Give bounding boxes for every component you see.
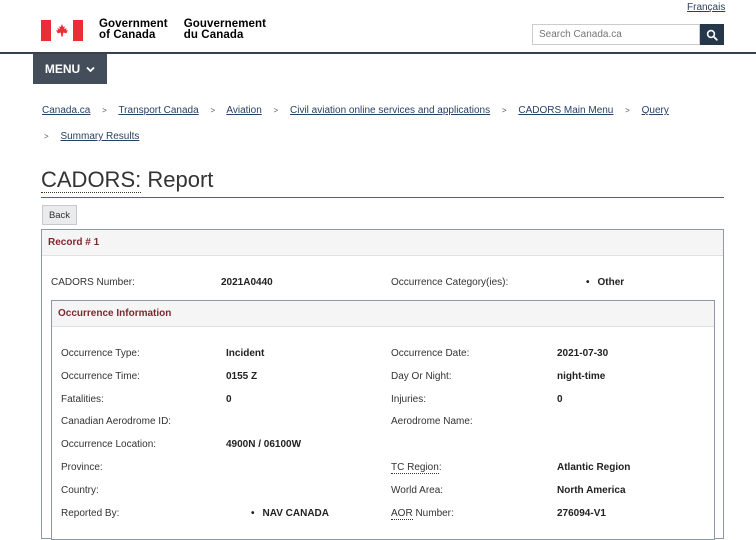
reported-by-label: Reported By: xyxy=(61,508,120,519)
search-icon xyxy=(706,29,718,41)
day-or-night-label: Day Or Night: xyxy=(391,371,452,382)
breadcrumb-link-cadors-main-menu[interactable]: CADORS Main Menu xyxy=(518,105,613,116)
world-area-value: North America xyxy=(557,485,626,496)
breadcrumb-separator-icon: > xyxy=(625,106,630,115)
cadors-number-value: 2021A0440 xyxy=(221,277,273,288)
injuries-value: 0 xyxy=(557,394,563,405)
page-title: CADORS: Report xyxy=(41,167,213,193)
occurrence-date-label: Occurrence Date: xyxy=(391,348,470,359)
breadcrumb-separator-icon: > xyxy=(273,106,279,115)
breadcrumb-separator-icon: > xyxy=(210,106,216,115)
occurrence-time-label: Occurrence Time: xyxy=(61,371,140,382)
aor-number-label-suffix: Number: xyxy=(412,508,454,519)
occurrence-category-label: Occurrence Category(ies): xyxy=(391,277,509,288)
occurrence-location-label: Occurrence Location: xyxy=(61,439,157,450)
breadcrumb-link-query[interactable]: Query xyxy=(642,105,669,116)
occurrence-type-label: Occurrence Type: xyxy=(61,348,140,359)
wordmark-french: Gouvernement du Canada xyxy=(183,18,267,41)
reported-by-value: NAV CANADA xyxy=(251,508,329,519)
back-button[interactable]: Back xyxy=(42,205,77,225)
aor-number-label: AOR Number: xyxy=(391,508,454,520)
wordmark-english: Government of Canada xyxy=(99,18,168,41)
fatalities-value: 0 xyxy=(226,394,232,405)
breadcrumb: Canada.ca > Transport Canada > Aviation … xyxy=(42,98,732,150)
occurrence-information-heading: Occurrence Information xyxy=(52,301,714,327)
breadcrumb-link-aviation[interactable]: Aviation xyxy=(226,105,261,116)
breadcrumb-separator-icon: > xyxy=(102,106,107,115)
breadcrumb-link-summary-results[interactable]: Summary Results xyxy=(60,131,139,142)
search-button[interactable] xyxy=(700,24,724,45)
occurrence-date-value: 2021-07-30 xyxy=(557,348,609,359)
occurrence-category-value: Other xyxy=(586,277,625,288)
tc-region-label: TC Region: xyxy=(391,462,442,474)
country-label: Country: xyxy=(61,485,99,496)
aerodrome-name-label: Aerodrome Name: xyxy=(391,416,473,427)
aor-number-value: 276094-V1 xyxy=(557,508,606,519)
canada-flag-icon xyxy=(41,20,83,41)
government-of-canada-logo[interactable]: Government of Canada Gouvernement du Can… xyxy=(41,18,266,43)
tc-region-value: Atlantic Region xyxy=(557,462,631,473)
day-or-night-value: night-time xyxy=(557,371,606,382)
breadcrumb-link-online-services[interactable]: Civil aviation online services and appli… xyxy=(290,105,490,116)
occurrence-type-value: Incident xyxy=(226,348,265,359)
tc-region-label-colon: : xyxy=(438,462,442,473)
title-underline xyxy=(41,197,724,198)
cadors-number-label: CADORS Number: xyxy=(51,277,135,288)
breadcrumb-link-canada[interactable]: Canada.ca xyxy=(42,105,90,116)
cadors-abbreviation: CADORS: xyxy=(41,167,142,193)
fatalities-label: Fatalities: xyxy=(61,394,104,405)
menu-button[interactable]: MENU xyxy=(33,54,107,84)
menu-label: MENU xyxy=(44,62,81,76)
canadian-aerodrome-id-label: Canadian Aerodrome ID: xyxy=(61,416,172,427)
province-label: Province: xyxy=(61,462,103,473)
search-input[interactable] xyxy=(532,24,700,45)
aor-abbreviation: AOR xyxy=(391,508,413,520)
chevron-down-icon xyxy=(86,66,95,72)
occurrence-time-value: 0155 Z xyxy=(226,371,258,382)
occurrence-location-value: 4900N / 06100W xyxy=(226,439,302,450)
breadcrumb-separator-icon: > xyxy=(501,106,507,115)
injuries-label: Injuries: xyxy=(391,394,427,405)
tc-region-abbreviation: TC Region xyxy=(391,462,439,474)
header-divider xyxy=(0,52,756,54)
language-toggle-link[interactable]: Français xyxy=(687,2,725,13)
world-area-label: World Area: xyxy=(391,485,444,496)
record-heading: Record # 1 xyxy=(42,230,723,256)
breadcrumb-link-transport-canada[interactable]: Transport Canada xyxy=(118,105,198,116)
page-title-text: Report xyxy=(141,167,214,192)
breadcrumb-separator-icon: > xyxy=(44,132,49,141)
